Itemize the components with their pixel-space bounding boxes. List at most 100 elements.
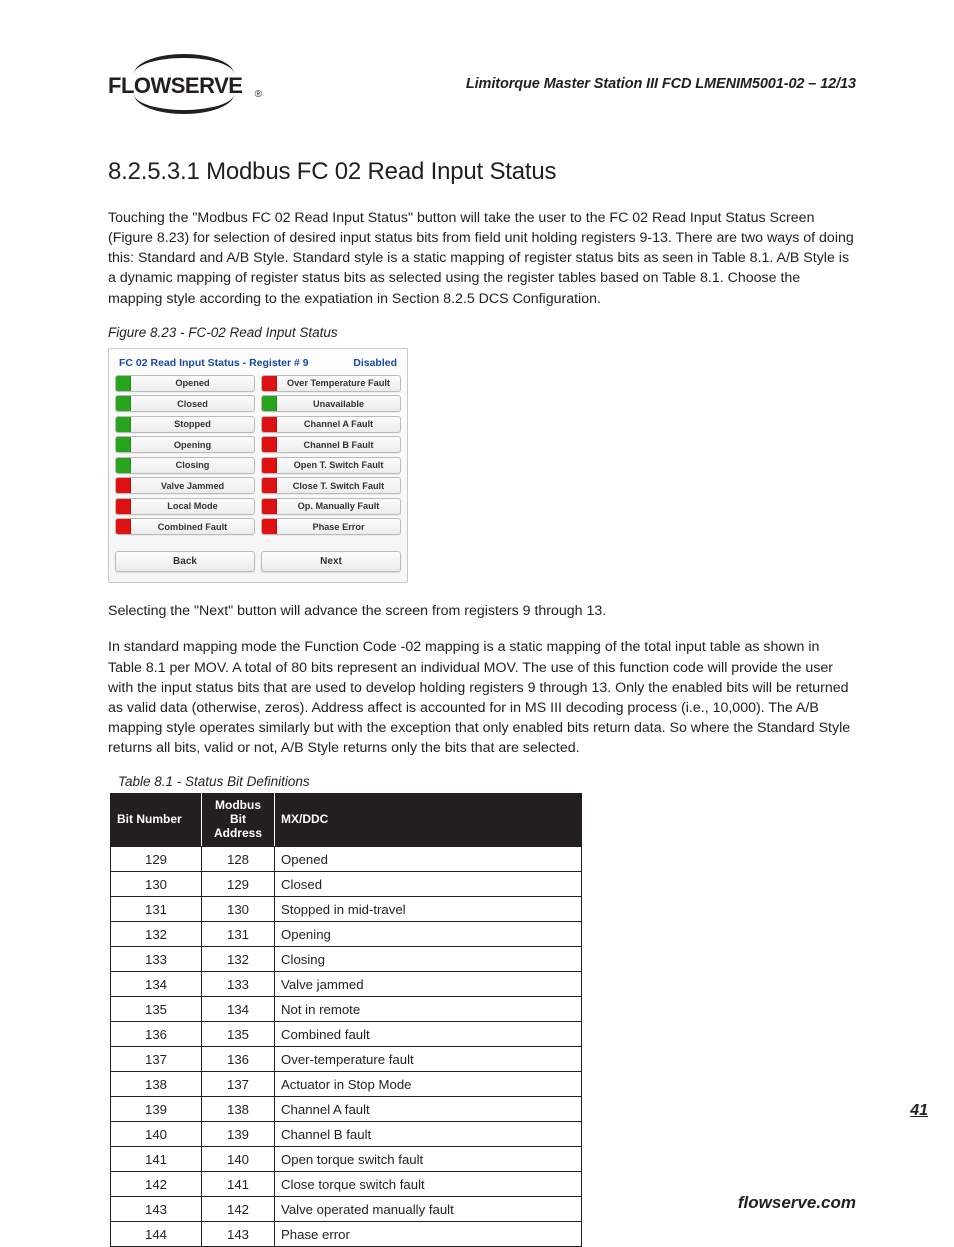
cell-bit-number: 142 xyxy=(111,1171,202,1196)
cell-mx-ddc: Not in remote xyxy=(275,996,582,1021)
status-pill[interactable]: Local Mode xyxy=(115,498,255,515)
cell-mx-ddc: Channel B fault xyxy=(275,1121,582,1146)
status-pill-label: Combined Fault xyxy=(131,522,254,532)
cell-bit-number: 134 xyxy=(111,971,202,996)
cell-mx-ddc: Actuator in Stop Mode xyxy=(275,1071,582,1096)
cell-mx-ddc: Stopped in mid-travel xyxy=(275,896,582,921)
table-row: 138137Actuator in Stop Mode xyxy=(111,1071,582,1096)
cell-modbus-bit-address: 143 xyxy=(202,1221,275,1246)
paragraph-2: Selecting the "Next" button will advance… xyxy=(108,601,856,621)
status-pill-label: Closed xyxy=(131,399,254,409)
status-pill[interactable]: Open T. Switch Fault xyxy=(261,457,401,474)
paragraph-1: Touching the "Modbus FC 02 Read Input St… xyxy=(108,208,856,309)
cell-modbus-bit-address: 135 xyxy=(202,1021,275,1046)
status-pill-label: Over Temperature Fault xyxy=(277,378,400,388)
cell-mx-ddc: Opened xyxy=(275,846,582,871)
green-swatch-icon xyxy=(262,396,277,411)
logo-text: FLOWSERVE xyxy=(108,73,242,99)
cell-mx-ddc: Phase error xyxy=(275,1221,582,1246)
status-pill[interactable]: Close T. Switch Fault xyxy=(261,477,401,494)
status-pill[interactable]: Combined Fault xyxy=(115,518,255,535)
status-pill[interactable]: Channel B Fault xyxy=(261,436,401,453)
cell-bit-number: 137 xyxy=(111,1046,202,1071)
table-row: 130129Closed xyxy=(111,871,582,896)
status-pill-label: Channel A Fault xyxy=(277,419,400,429)
green-swatch-icon xyxy=(116,396,131,411)
table-row: 134133Valve jammed xyxy=(111,971,582,996)
table-row: 141140Open torque switch fault xyxy=(111,1146,582,1171)
cell-bit-number: 133 xyxy=(111,946,202,971)
green-swatch-icon xyxy=(116,417,131,432)
status-pill[interactable]: Closed xyxy=(115,395,255,412)
cell-bit-number: 143 xyxy=(111,1196,202,1221)
figure-caption: Figure 8.23 - FC-02 Read Input Status xyxy=(108,325,856,340)
next-button[interactable]: Next xyxy=(261,551,401,572)
cell-bit-number: 144 xyxy=(111,1221,202,1246)
red-swatch-icon xyxy=(116,519,131,534)
status-pill[interactable]: Phase Error xyxy=(261,518,401,535)
cell-modbus-bit-address: 139 xyxy=(202,1121,275,1146)
cell-modbus-bit-address: 136 xyxy=(202,1046,275,1071)
red-swatch-icon xyxy=(262,478,277,493)
red-swatch-icon xyxy=(116,499,131,514)
footer-url: flowserve.com xyxy=(738,1193,856,1213)
red-swatch-icon xyxy=(262,437,277,452)
status-pill[interactable]: Closing xyxy=(115,457,255,474)
green-swatch-icon xyxy=(116,376,131,391)
table-row: 129128Opened xyxy=(111,846,582,871)
table-caption: Table 8.1 - Status Bit Definitions xyxy=(118,774,856,789)
status-pill[interactable]: Channel A Fault xyxy=(261,416,401,433)
table-header-modbus-bit-address: Modbus Bit Address xyxy=(202,794,275,846)
status-pill[interactable]: Valve Jammed xyxy=(115,477,255,494)
table-row: 137136Over-temperature fault xyxy=(111,1046,582,1071)
cell-modbus-bit-address: 140 xyxy=(202,1146,275,1171)
status-pill-label: Unavailable xyxy=(277,399,400,409)
red-swatch-icon xyxy=(116,478,131,493)
cell-modbus-bit-address: 134 xyxy=(202,996,275,1021)
table-row: 139138Channel A fault xyxy=(111,1096,582,1121)
table-row: 132131Opening xyxy=(111,921,582,946)
back-button[interactable]: Back xyxy=(115,551,255,572)
cell-mx-ddc: Close torque switch fault xyxy=(275,1171,582,1196)
status-pill[interactable]: Over Temperature Fault xyxy=(261,375,401,392)
table-row: 131130Stopped in mid-travel xyxy=(111,896,582,921)
table-header-mx-ddc: MX/DDC xyxy=(275,794,582,846)
status-pill[interactable]: Unavailable xyxy=(261,395,401,412)
red-swatch-icon xyxy=(262,519,277,534)
status-pill-label: Local Mode xyxy=(131,501,254,511)
cell-modbus-bit-address: 133 xyxy=(202,971,275,996)
cell-modbus-bit-address: 128 xyxy=(202,846,275,871)
page-number: 41 xyxy=(910,1102,928,1120)
cell-modbus-bit-address: 138 xyxy=(202,1096,275,1121)
status-pill[interactable]: Opening xyxy=(115,436,255,453)
red-swatch-icon xyxy=(262,458,277,473)
status-pill[interactable]: Opened xyxy=(115,375,255,392)
paragraph-3: In standard mapping mode the Function Co… xyxy=(108,637,856,758)
red-swatch-icon xyxy=(262,499,277,514)
red-swatch-icon xyxy=(262,376,277,391)
status-pill-label: Stopped xyxy=(131,419,254,429)
table-row: 135134Not in remote xyxy=(111,996,582,1021)
cell-mx-ddc: Valve operated manually fault xyxy=(275,1196,582,1221)
green-swatch-icon xyxy=(116,437,131,452)
document-id: Limitorque Master Station III FCD LMENIM… xyxy=(466,76,856,92)
status-pill-label: Op. Manually Fault xyxy=(277,501,400,511)
cell-mx-ddc: Over-temperature fault xyxy=(275,1046,582,1071)
section-title: 8.2.5.3.1 Modbus FC 02 Read Input Status xyxy=(108,158,856,186)
table-row: 144143Phase error xyxy=(111,1221,582,1246)
cell-bit-number: 135 xyxy=(111,996,202,1021)
status-pill-label: Opening xyxy=(131,440,254,450)
green-swatch-icon xyxy=(116,458,131,473)
cell-mx-ddc: Opening xyxy=(275,921,582,946)
cell-modbus-bit-address: 142 xyxy=(202,1196,275,1221)
cell-modbus-bit-address: 137 xyxy=(202,1071,275,1096)
cell-bit-number: 131 xyxy=(111,896,202,921)
status-pill-label: Close T. Switch Fault xyxy=(277,481,400,491)
cell-modbus-bit-address: 129 xyxy=(202,871,275,896)
status-pill[interactable]: Op. Manually Fault xyxy=(261,498,401,515)
flowserve-logo: FLOWSERVE ® xyxy=(108,58,260,110)
figure-panel: FC 02 Read Input Status - Register # 9 D… xyxy=(108,348,408,584)
cell-modbus-bit-address: 141 xyxy=(202,1171,275,1196)
status-pill[interactable]: Stopped xyxy=(115,416,255,433)
table-row: 140139Channel B fault xyxy=(111,1121,582,1146)
